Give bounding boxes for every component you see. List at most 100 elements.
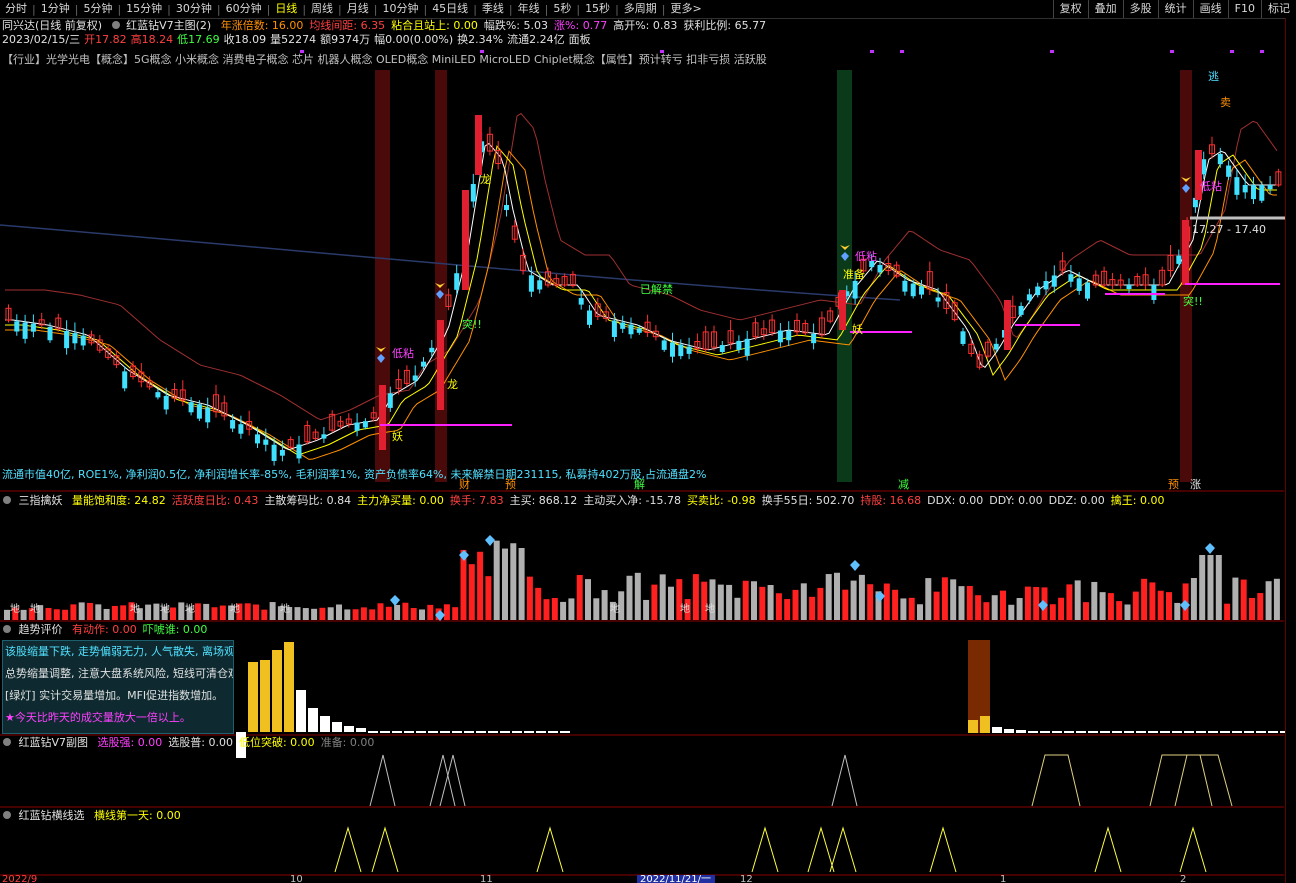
signal-triangle [439,754,466,807]
candle-body [80,335,86,346]
volume-bar [1199,555,1206,620]
volume-bar [1240,579,1247,620]
trend-bar [356,728,366,732]
candle-body [686,346,692,354]
candle-body [670,342,675,357]
volume-bar [1132,591,1139,620]
ma20-line [5,150,1277,460]
volume-bar [925,578,932,620]
trend-bar [1052,731,1062,733]
panel2-header: 趋势评价 有动作: 0.00 吓唬谁: 0.00 [0,623,213,637]
field-label: 横线第一天: [94,809,153,822]
volume-bar [45,607,52,620]
field-value: 0.00 [1076,494,1105,507]
candle-body [1126,285,1132,290]
volume-bar [493,540,500,620]
volume-bar [800,583,807,620]
volume-bar [111,605,118,620]
trend-bar [332,722,342,732]
volume-bar [319,607,326,620]
volume-bar [659,574,666,620]
field-label: 主力净买量: [357,494,416,507]
signal-spike [751,826,779,873]
volume-bar [502,548,508,620]
field-label: 持股: [860,494,887,507]
panel4-name[interactable]: 红蓝钻横线选 [19,809,85,822]
field-label: DDY: [989,494,1015,507]
volume-bar [958,586,965,620]
panel3-name[interactable]: 红蓝钻V7副图 [19,736,89,749]
trend-bar [308,708,318,732]
trend-bar [1100,731,1110,733]
volume-bar [53,609,60,620]
volume-bar [950,579,957,620]
label-dragon: 龙 [447,378,458,391]
volume-bar [1066,584,1073,620]
trend-bar [1256,731,1266,733]
candle-body [1176,255,1182,264]
xaxis-label: 2 [1180,874,1186,883]
trend-bar [1208,731,1218,733]
volume-bar [1124,604,1131,620]
panel2-name[interactable]: 趋势评价 [19,623,63,636]
xaxis-label: 12 [740,874,753,883]
panel2-toggle-icon[interactable] [3,625,11,633]
marker-dot [660,50,664,53]
volume-bar [734,597,741,620]
candle-body [620,322,626,329]
candle-body [935,297,941,302]
field-value: 0.84 [323,494,352,507]
field-value: 24.82 [130,494,166,507]
volume-bar [344,609,351,620]
volume-bar [917,604,923,620]
trend-bar [320,716,330,732]
candle-body [454,273,460,290]
panel4-toggle-icon[interactable] [3,811,11,819]
diamond-icon [1205,543,1215,554]
candle-body [263,439,269,445]
panel1-header: 三指擒妖 量能饱和度: 24.82 活跃度日比: 0.43 主散筹码比: 0.84 主… [0,494,1171,508]
volume-bar [377,603,384,620]
volume-bar [560,601,567,620]
field-label: 有动作: [72,623,109,636]
trend-bar [1136,731,1146,733]
right-scale-bar[interactable] [1285,18,1296,883]
field-label: 擒王: [1110,494,1137,507]
volume-bar [1099,592,1106,620]
volume-bar [327,607,334,620]
marker-dot [480,50,484,53]
ground-label: 地 [610,602,620,615]
field-value: 0.00 [1136,494,1165,507]
panel1-name[interactable]: 三指擒妖 [19,494,63,507]
trend-bar [296,690,306,732]
candle-body [736,340,742,350]
field-label: 活跃度日比: [171,494,231,507]
trend-bar [548,731,558,733]
volume-bar [825,574,832,620]
label-sell: 卖 [1220,96,1231,109]
volume-bar [20,609,27,620]
label-escape: 逃 [1208,70,1219,83]
volume-bar [1224,603,1231,620]
field-value: 0.00 [134,736,163,749]
chart-canvas[interactable]: 低粘低粘低粘龙龙妖妖突!!突!!已解禁准备逃卖17.27 - 17.40财预解减… [0,0,1296,883]
signal-candle [437,320,444,410]
volume-bar [311,608,318,620]
candle-body [122,371,128,389]
signal-spike [929,826,957,873]
trend-bar [368,731,378,733]
candle-body [188,402,194,413]
panel3-header: 红蓝钻V7副图 选股强: 0.00 选股普: 0.00 低位突破: 0.00 准备: … [0,736,380,750]
candle-body [786,330,792,341]
volume-bar [1166,592,1172,620]
field-label: 换手: [449,494,476,507]
panel3-toggle-icon[interactable] [3,738,11,746]
volume-bar [170,607,176,620]
field-label: 选股强: [97,736,135,749]
panel1-toggle-icon[interactable] [3,496,11,504]
volume-bar [809,596,816,620]
label-breakout: 突!! [462,317,482,331]
volume-bar [792,589,799,620]
field-label: 吓唬谁: [142,623,180,636]
volume-bar [726,584,733,620]
